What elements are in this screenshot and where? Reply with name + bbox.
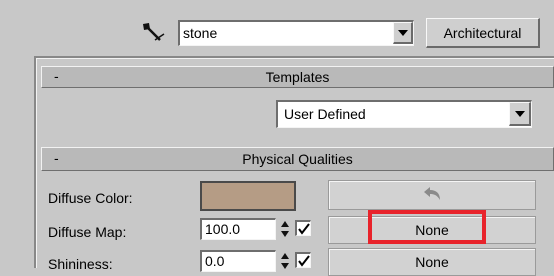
checkmark-icon — [297, 254, 310, 267]
physical-qualities-rollout-header[interactable]: - Physical Qualities — [41, 147, 554, 171]
diffuse-map-spinner[interactable] — [280, 219, 290, 239]
material-name-value: stone — [183, 25, 218, 41]
curved-arrow-back-icon — [424, 187, 440, 200]
shininess-enable-checkbox[interactable] — [295, 252, 311, 268]
chevron-down-icon — [514, 110, 525, 117]
diffuse-color-swatch[interactable] — [200, 181, 296, 211]
shininess-spinner[interactable] — [280, 251, 290, 271]
diffuse-map-enable-checkbox[interactable] — [295, 220, 311, 236]
checkmark-icon — [297, 222, 310, 235]
template-select-dropdown-button[interactable] — [509, 102, 531, 126]
shininess-amount-value: 0.0 — [205, 253, 225, 269]
diffuse-map-label: Diffuse Map: — [48, 224, 127, 240]
material-name-combo[interactable]: stone — [178, 20, 414, 46]
highlight-box — [368, 210, 486, 244]
templates-rollout-header[interactable]: - Templates — [41, 66, 554, 88]
template-select[interactable]: User Defined — [276, 100, 532, 128]
diffuse-map-amount-value: 100.0 — [205, 221, 241, 237]
panel-frame-highlight — [34, 58, 554, 59]
template-type-label: Architectural — [443, 24, 522, 41]
eyedropper-icon[interactable] — [140, 20, 168, 48]
physical-qualities-title: Physical Qualities — [242, 151, 353, 167]
undo-arrow-button[interactable] — [328, 180, 536, 210]
material-name-dropdown-button[interactable] — [393, 22, 413, 44]
template-select-value: User Defined — [284, 106, 366, 122]
chevron-down-icon — [397, 29, 408, 36]
templates-title: Templates — [265, 69, 330, 85]
template-type-button[interactable]: Architectural — [426, 18, 540, 48]
diffuse-map-amount-field[interactable]: 100.0 — [200, 218, 276, 240]
diffuse-color-label: Diffuse Color: — [48, 190, 133, 206]
panel-frame-left-highlight — [36, 58, 37, 268]
shininess-label: Shininess: — [48, 256, 113, 272]
shininess-amount-field[interactable]: 0.0 — [200, 250, 276, 272]
shininess-map-button[interactable]: None — [328, 248, 536, 276]
